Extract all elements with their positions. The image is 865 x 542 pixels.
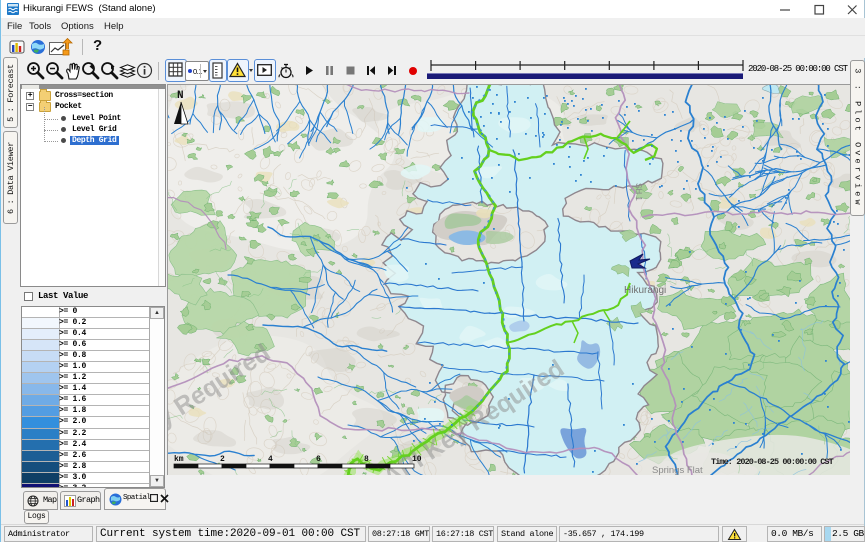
- svg-text:2: 2: [220, 455, 225, 464]
- svg-text:N: N: [177, 90, 184, 102]
- svg-text:Time: 2020-08-25 00:00:00 CST: Time: 2020-08-25 00:00:00 CST: [711, 457, 834, 467]
- svg-text:Springs Flat: Springs Flat: [652, 465, 703, 475]
- svg-text:8: 8: [364, 455, 369, 464]
- svg-text:6: 6: [316, 455, 321, 464]
- svg-text:SH 1: SH 1: [634, 183, 643, 201]
- svg-text:4: 4: [268, 455, 273, 464]
- svg-text:Hikurangi: Hikurangi: [624, 285, 666, 296]
- svg-text:10: 10: [412, 455, 422, 464]
- svg-text:km: km: [174, 455, 184, 464]
